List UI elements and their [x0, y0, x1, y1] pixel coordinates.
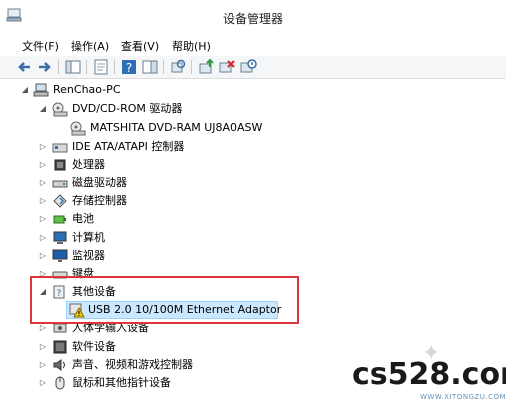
toolbar-separator [191, 60, 192, 74]
dvd-drive-icon [52, 101, 68, 117]
watermark-subtext: WWW.XITONGZU.COM [420, 393, 506, 401]
tree-node-disk[interactable]: ▷ 磁盘驱动器 [0, 174, 300, 192]
expand-icon[interactable]: ▷ [38, 338, 48, 356]
tree-root[interactable]: ◢ RenChao-PC [0, 81, 300, 99]
action-pane-icon[interactable] [141, 58, 159, 76]
toolbar-separator [163, 60, 164, 74]
computer-icon [52, 230, 68, 246]
menu-bar: 文件(F) 操作(A) 查看(V) 帮助(H) [0, 36, 506, 56]
tree-label-root: RenChao-PC [53, 83, 121, 96]
tree-node-storage[interactable]: ▷ 存储控制器 [0, 192, 300, 210]
properties-icon[interactable] [92, 58, 110, 76]
help-icon[interactable]: ? [120, 58, 138, 76]
monitor-icon [52, 248, 68, 264]
battery-icon [52, 211, 68, 227]
tree-node-battery[interactable]: ▷ 电池 [0, 210, 300, 228]
collapse-icon[interactable]: ◢ [20, 81, 30, 99]
tree-label-monitor: 监视器 [72, 249, 105, 262]
expand-icon[interactable]: ▷ [38, 229, 48, 247]
menu-file[interactable]: 文件(F) [22, 38, 59, 54]
tree-label-storage: 存储控制器 [72, 194, 127, 207]
ide-controller-icon [52, 139, 68, 155]
update-driver-icon[interactable] [197, 58, 215, 76]
tree-label-computer: 计算机 [72, 231, 105, 244]
dvd-drive-icon [70, 120, 86, 136]
annotation-highlight-box [30, 276, 299, 324]
title-bar: 设备管理器 [0, 0, 506, 36]
watermark-text: cs528.com [352, 357, 506, 392]
tree-node-audio[interactable]: ▷ 声音、视频和游戏控制器 [0, 356, 300, 374]
processor-icon [52, 157, 68, 173]
tree-label-disk: 磁盘驱动器 [72, 176, 127, 189]
tree-leaf-dvd-device[interactable]: MATSHITA DVD-RAM UJ8A0ASW [0, 119, 300, 137]
tree-label-dvd-device: MATSHITA DVD-RAM UJ8A0ASW [90, 121, 263, 134]
tree-label-dvd: DVD/CD-ROM 驱动器 [72, 102, 183, 115]
expand-icon[interactable]: ▷ [38, 174, 48, 192]
tree-node-mouse[interactable]: ▷ 鼠标和其他指针设备 [0, 374, 300, 392]
toolbar: ? [0, 56, 506, 79]
disk-drive-icon [52, 175, 68, 191]
uninstall-icon[interactable] [218, 58, 236, 76]
tree-label-audio: 声音、视频和游戏控制器 [72, 358, 193, 371]
tree-node-monitor[interactable]: ▷ 监视器 [0, 247, 300, 265]
forward-icon[interactable] [35, 58, 53, 76]
expand-icon[interactable]: ▷ [38, 156, 48, 174]
speaker-icon [52, 357, 68, 373]
tree-label-ide: IDE ATA/ATAPI 控制器 [72, 140, 185, 153]
back-icon[interactable] [16, 58, 34, 76]
window-title: 设备管理器 [222, 12, 283, 26]
toolbar-separator [86, 60, 87, 74]
tree-node-ide[interactable]: ▷ IDE ATA/ATAPI 控制器 [0, 138, 300, 156]
tree-node-cpu[interactable]: ▷ 处理器 [0, 156, 300, 174]
expand-icon[interactable]: ▷ [38, 192, 48, 210]
expand-icon[interactable]: ▷ [38, 356, 48, 374]
storage-controller-icon [52, 193, 68, 209]
watermark: ✦ cs528.com WWW.XITONGZU.COM [352, 341, 506, 403]
expand-icon[interactable]: ▷ [38, 138, 48, 156]
menu-help[interactable]: 帮助(H) [172, 38, 211, 54]
scan-hardware-icon[interactable] [169, 58, 187, 76]
expand-icon[interactable]: ▷ [38, 374, 48, 392]
computer-icon [33, 82, 49, 98]
tree-label-cpu: 处理器 [72, 158, 105, 171]
show-hide-tree-icon[interactable] [64, 58, 82, 76]
tree-label-mouse: 鼠标和其他指针设备 [72, 376, 171, 389]
software-device-icon [52, 339, 68, 355]
svg-text:?: ? [126, 61, 132, 75]
collapse-icon[interactable]: ◢ [38, 100, 48, 118]
tree-label-battery: 电池 [72, 212, 94, 225]
mouse-icon [52, 375, 68, 391]
menu-view[interactable]: 查看(V) [121, 38, 159, 54]
disable-icon[interactable] [239, 58, 257, 76]
toolbar-separator [58, 60, 59, 74]
menu-action[interactable]: 操作(A) [71, 38, 109, 54]
toolbar-separator [114, 60, 115, 74]
tree-node-dvd[interactable]: ◢ DVD/CD-ROM 驱动器 [0, 100, 300, 118]
expand-icon[interactable]: ▷ [38, 210, 48, 228]
expand-icon[interactable]: ▷ [38, 247, 48, 265]
tree-node-software[interactable]: ▷ 软件设备 [0, 338, 300, 356]
tree-label-software: 软件设备 [72, 340, 116, 353]
tree-node-computer[interactable]: ▷ 计算机 [0, 229, 300, 247]
